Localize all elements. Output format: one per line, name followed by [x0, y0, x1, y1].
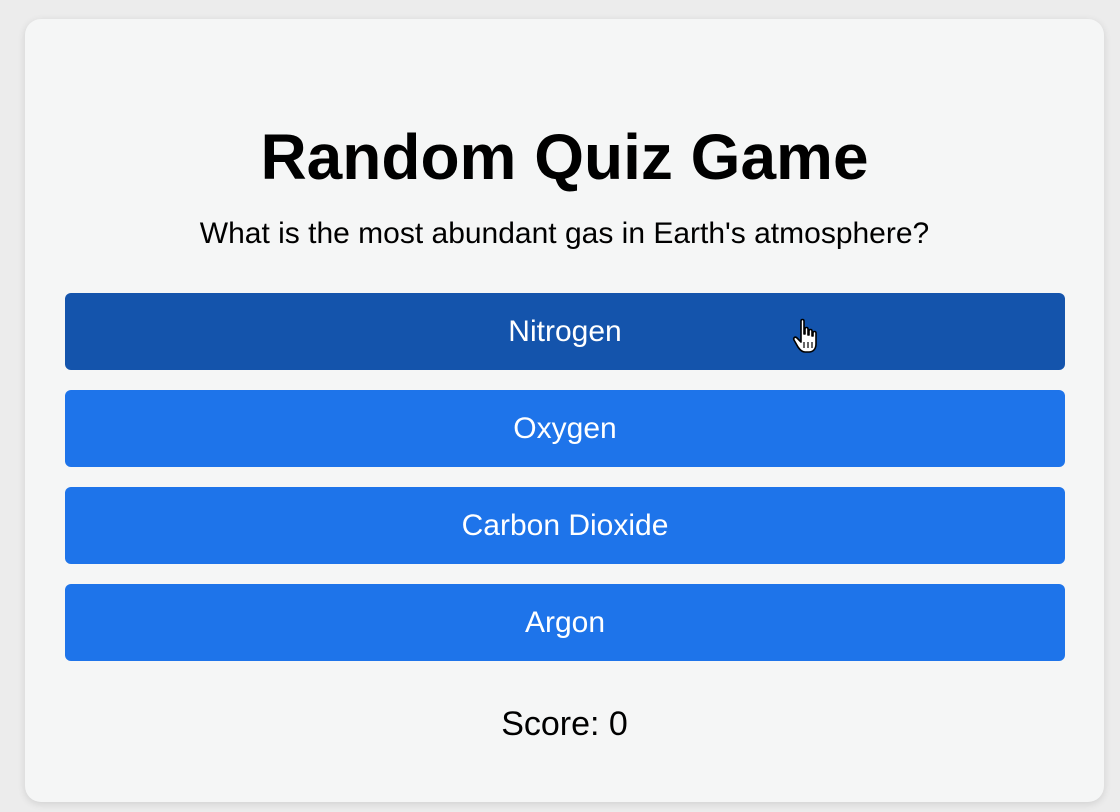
answer-button-oxygen[interactable]: Oxygen — [65, 390, 1065, 467]
hand-pointer-icon — [792, 318, 817, 353]
question-text: What is the most abundant gas in Earth's… — [199, 217, 930, 250]
answer-button-carbon-dioxide[interactable]: Carbon Dioxide — [65, 487, 1065, 564]
answer-button-argon[interactable]: Argon — [65, 584, 1065, 661]
answer-button-nitrogen[interactable]: Nitrogen — [65, 293, 1065, 370]
quiz-card: Random Quiz Game What is the most abunda… — [25, 19, 1104, 802]
score-display: Score: 0 — [501, 705, 628, 743]
quiz-title: Random Quiz Game — [260, 121, 869, 193]
answer-list: Nitrogen Oxygen Carbon Dioxide Argon — [65, 293, 1065, 681]
